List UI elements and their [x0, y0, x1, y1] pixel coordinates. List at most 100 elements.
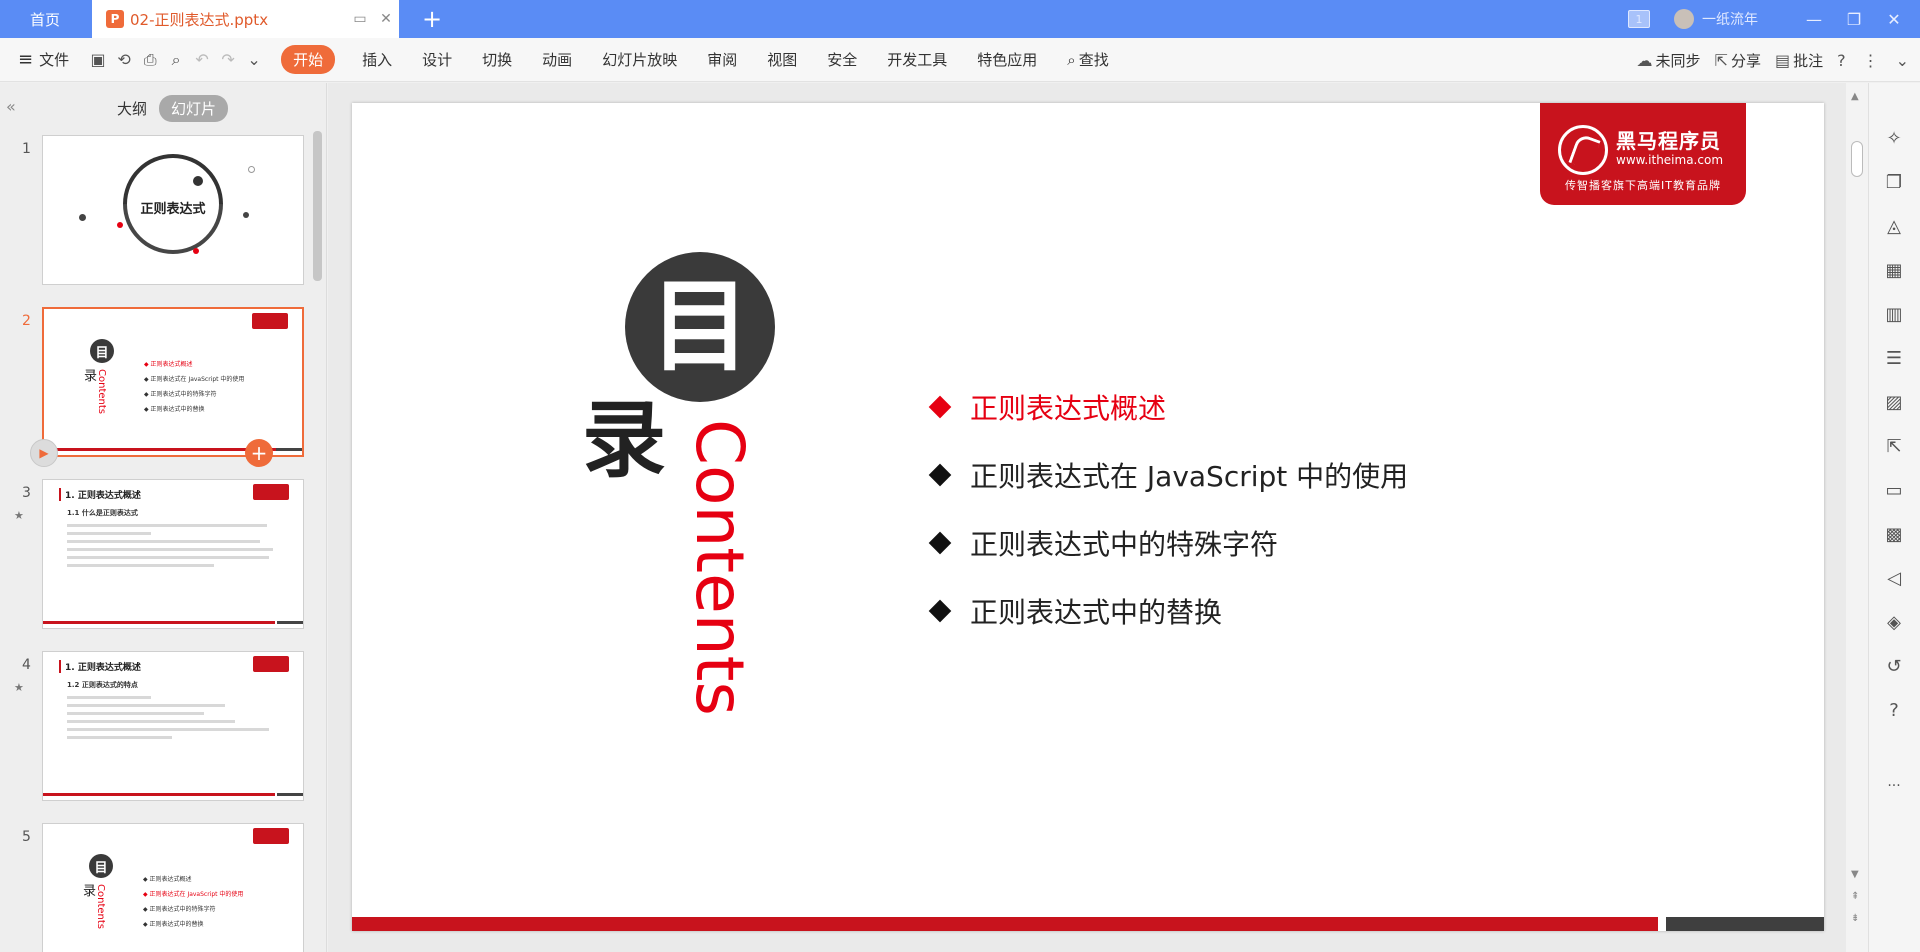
sync-button[interactable]: ☁ 未同步 — [1637, 50, 1701, 71]
toc-item[interactable]: 正则表达式在 JavaScript 中的使用 — [928, 441, 1408, 509]
tab-slideshow[interactable]: 幻灯片放映 — [602, 49, 677, 70]
share-label: 分享 — [1730, 51, 1761, 70]
help-button[interactable]: ? — [1837, 51, 1849, 70]
previous-slide-icon[interactable]: ⇞ — [1851, 891, 1859, 902]
tab-developer[interactable]: 开发工具 — [887, 49, 947, 70]
more-button[interactable]: ⋮ — [1863, 51, 1882, 70]
redo-icon[interactable]: ↷ — [215, 47, 241, 73]
menu-icon: ≡ — [18, 49, 34, 70]
image-icon[interactable]: ▩ — [1881, 521, 1907, 547]
toc-item[interactable]: 正则表达式概述 — [928, 373, 1408, 441]
slide-number: 2 — [22, 313, 31, 329]
play-slide-button[interactable]: ▶ — [30, 439, 58, 467]
collapse-panel-icon[interactable]: « — [6, 97, 16, 116]
sync-label: 未同步 — [1655, 51, 1701, 70]
brand-logo — [253, 656, 289, 672]
toc-item-label: 正则表达式中的替换 — [970, 596, 1223, 629]
image-gallery-icon[interactable]: ▨ — [1881, 389, 1907, 415]
tab-insert[interactable]: 插入 — [362, 49, 392, 70]
tab-review[interactable]: 审阅 — [707, 49, 737, 70]
speaker-icon[interactable]: ◁ — [1881, 565, 1907, 591]
comment-button[interactable]: ▤ 批注 — [1775, 50, 1823, 71]
scroll-up-icon[interactable]: ▲ — [1851, 91, 1859, 102]
tab-slides[interactable]: 幻灯片 — [159, 95, 229, 122]
undo-icon[interactable]: ↶ — [189, 47, 215, 73]
help-icon[interactable]: ? — [1881, 697, 1907, 723]
layers-icon[interactable]: ◬ — [1881, 213, 1907, 239]
history-icon[interactable]: ↺ — [1881, 653, 1907, 679]
scroll-down-icon[interactable]: ▼ — [1851, 869, 1859, 880]
collapse-ribbon-button[interactable]: ⌄ — [1896, 51, 1912, 70]
tab-animation[interactable]: 动画 — [542, 49, 572, 70]
minimize-icon[interactable]: — — [1794, 10, 1834, 29]
window-count-badge[interactable]: 1 — [1628, 10, 1650, 28]
file-menu[interactable]: ≡ 文件 — [18, 49, 69, 70]
tab-outline[interactable]: 大纲 — [105, 95, 159, 122]
settings-sliders-icon[interactable]: ☰ — [1881, 345, 1907, 371]
brand-logo — [252, 313, 288, 329]
toc-item: ◆ 正则表达式中的替换 — [143, 921, 204, 928]
export-icon[interactable]: ⇱ — [1881, 433, 1907, 459]
close-icon[interactable]: ✕ — [1874, 10, 1914, 29]
save-icon[interactable]: ▣ — [85, 47, 111, 73]
customize-icon[interactable]: ⌄ — [241, 47, 267, 73]
grid-icon[interactable]: ▦ — [1881, 257, 1907, 283]
brand-logo — [253, 828, 289, 844]
footer-bar — [44, 448, 276, 451]
user-name[interactable]: 一纸流年 — [1702, 9, 1758, 29]
print-preview-icon[interactable]: ⌕ — [163, 47, 189, 73]
more-horizontal-icon[interactable]: ··· — [1881, 773, 1907, 799]
file-menu-label: 文件 — [39, 51, 70, 69]
tab-view[interactable]: 视图 — [767, 49, 797, 70]
copy-icon[interactable]: ❐ — [1881, 169, 1907, 195]
footer-bar — [277, 793, 303, 796]
shield-icon[interactable]: ◈ — [1881, 609, 1907, 635]
panel-tabs: 大纲 幻灯片 — [105, 95, 229, 122]
contents-label: Contents — [95, 884, 106, 929]
document-tab-label: 02-正则表达式.pptx — [130, 10, 269, 29]
restore-icon[interactable]: ❐ — [1834, 10, 1874, 29]
slide-preview: 1. 正则表达式概述 1.2 正则表达式的特点 — [42, 651, 304, 801]
toc-item: ◆ 正则表达式中的特殊字符 — [143, 906, 216, 913]
pin-icon[interactable]: ✧ — [1881, 125, 1907, 151]
share-button[interactable]: ⇱ 分享 — [1715, 50, 1761, 71]
menubar-right: ☁ 未同步 ⇱ 分享 ▤ 批注 ? ⋮ ⌄ — [1623, 38, 1912, 82]
panel-scrollbar[interactable] — [313, 131, 322, 281]
diamond-bullet-icon — [928, 463, 952, 487]
footer-bar — [43, 793, 275, 796]
contents-label: Contents — [96, 369, 107, 414]
footer-bar — [1666, 917, 1824, 931]
slide-scrollbar[interactable]: ▲ ▼ ⇞ ⇟ — [1846, 83, 1868, 952]
slide-heading: 1. 正则表达式概述 — [59, 488, 141, 501]
tab-document[interactable]: P 02-正则表达式.pptx ▭ ✕ — [92, 0, 399, 38]
more-vertical-icon: ⋮ — [1862, 50, 1879, 70]
chart-icon[interactable]: ▥ — [1881, 301, 1907, 327]
tab-start[interactable]: 开始 — [281, 45, 336, 74]
archive-icon[interactable]: ▭ — [1881, 477, 1907, 503]
tab-features[interactable]: 特色应用 — [977, 49, 1037, 70]
decorative-dot — [193, 176, 203, 186]
current-slide[interactable]: 黑马程序员 www.itheima.com 传智播客旗下高端IT教育品牌 目 录… — [352, 103, 1824, 931]
presentation-file-icon: P — [106, 10, 124, 28]
next-slide-icon[interactable]: ⇟ — [1851, 913, 1859, 924]
format-painter-icon[interactable]: ⟲ — [111, 47, 137, 73]
tab-security[interactable]: 安全 — [827, 49, 857, 70]
toc-item: ◆ 正则表达式中的替换 — [144, 406, 205, 413]
search-button[interactable]: ⌕ 查找 — [1067, 49, 1108, 70]
new-tab-button[interactable]: + — [418, 5, 446, 33]
slide-subheading: 1.2 正则表达式的特点 — [67, 681, 138, 689]
toc-item[interactable]: 正则表达式中的特殊字符 — [928, 509, 1408, 577]
monitor-icon[interactable]: ▭ — [347, 6, 373, 32]
scroll-thumb[interactable] — [1851, 141, 1863, 177]
toc-item[interactable]: 正则表达式中的替换 — [928, 577, 1408, 645]
close-tab-icon[interactable]: ✕ — [373, 6, 399, 32]
add-slide-button[interactable]: + — [245, 439, 273, 467]
print-icon[interactable]: ⎙ — [137, 47, 163, 73]
footer-bar — [352, 917, 1658, 931]
tab-home[interactable]: 首页 — [0, 0, 90, 38]
titlebar-right: 1 一纸流年 — ❐ ✕ — [1628, 0, 1920, 38]
slide-title: 正则表达式 — [140, 202, 206, 217]
tab-design[interactable]: 设计 — [422, 49, 452, 70]
tab-transition[interactable]: 切换 — [482, 49, 512, 70]
avatar[interactable] — [1674, 9, 1694, 29]
